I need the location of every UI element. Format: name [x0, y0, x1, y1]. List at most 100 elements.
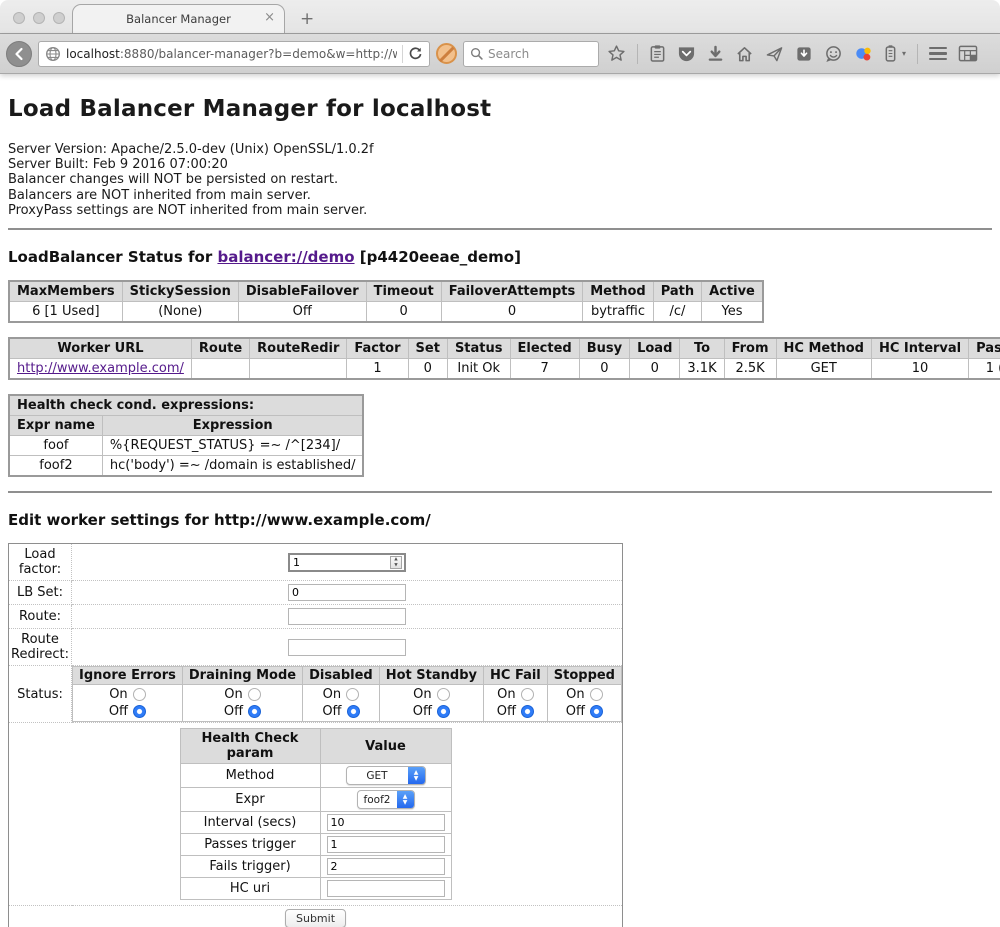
- column-header: Set: [408, 338, 447, 359]
- home-button[interactable]: [735, 45, 754, 63]
- chat-icon: [824, 45, 843, 63]
- edit-worker-form: Load factor: ▲▼ LB Set: Route:: [8, 543, 623, 927]
- url-bar[interactable]: localhost:8880/balancer-manager?b=demo&w…: [38, 41, 430, 67]
- load-factor-label: Load factor:: [9, 544, 72, 581]
- downloads-button[interactable]: [707, 45, 724, 63]
- column-header: Status: [447, 338, 510, 359]
- chat-button[interactable]: [824, 45, 843, 63]
- container-button[interactable]: [884, 44, 897, 63]
- radio-on-unchecked[interactable]: [248, 688, 261, 701]
- zoom-window-button[interactable]: [53, 12, 65, 24]
- method-select-value: GET: [347, 767, 408, 784]
- panel-button[interactable]: [958, 44, 978, 63]
- hc-uri-input[interactable]: [327, 880, 445, 897]
- radio-on-unchecked[interactable]: [590, 688, 603, 701]
- worker-url-link[interactable]: http://www.example.com/: [17, 361, 184, 376]
- status-cell-disabled: On Off: [303, 685, 380, 722]
- number-spinner-icon[interactable]: ▲▼: [390, 556, 402, 569]
- save-page-button[interactable]: [795, 45, 813, 63]
- radio-on-unchecked[interactable]: [346, 688, 359, 701]
- column-header: HC Method: [776, 338, 871, 359]
- menu-button[interactable]: [929, 47, 947, 61]
- blocked-icon[interactable]: [436, 43, 457, 64]
- passes-trigger-label: Passes trigger: [180, 834, 320, 856]
- table-cell: /c/: [653, 302, 701, 323]
- lb-set-input[interactable]: [288, 584, 406, 601]
- column-header: Factor: [347, 338, 408, 359]
- column-header: Value: [320, 729, 451, 764]
- radio-off-checked[interactable]: [248, 705, 261, 718]
- table-cell: Off: [238, 302, 366, 323]
- radio-off-checked[interactable]: [437, 705, 450, 718]
- interval-input[interactable]: [327, 814, 445, 831]
- back-button[interactable]: [6, 41, 32, 67]
- passes-trigger-input[interactable]: [327, 836, 445, 853]
- column-header: StickySession: [122, 281, 238, 302]
- radio-off-checked[interactable]: [590, 705, 603, 718]
- route-input[interactable]: [288, 608, 406, 625]
- form-row: HC uri: [180, 878, 451, 900]
- reading-list-button[interactable]: [649, 44, 666, 63]
- search-icon: [470, 47, 483, 60]
- close-tab-icon[interactable]: ×: [264, 11, 275, 25]
- column-header: Health Check param: [180, 729, 320, 764]
- hc-expressions-table: Health check cond. expressions: Expr nam…: [8, 394, 364, 477]
- table-row: 6 [1 Used](None)Off00bytraffic/c/Yes: [9, 302, 763, 323]
- form-row: Route:: [9, 605, 623, 629]
- form-row: Passes trigger: [180, 834, 451, 856]
- divider: [8, 491, 992, 493]
- radio-on-unchecked[interactable]: [521, 688, 534, 701]
- minimize-window-button[interactable]: [33, 12, 45, 24]
- route-label: Route:: [9, 605, 72, 629]
- pocket-button[interactable]: [677, 45, 696, 63]
- browser-window: Balancer Manager × + localhost:8880/bala…: [0, 0, 1000, 927]
- chevron-down-icon[interactable]: ▾: [902, 49, 906, 58]
- column-header: Worker URL: [9, 338, 191, 359]
- status-cell-hot-standby: On Off: [379, 685, 483, 722]
- table-cell: 0: [366, 302, 441, 323]
- table-header-row: Health Check paramValue: [180, 729, 451, 764]
- form-row: Route Redirect:: [9, 629, 623, 666]
- column-header: MaxMembers: [9, 281, 122, 302]
- save-page-icon: [795, 45, 813, 63]
- browser-tab[interactable]: Balancer Manager ×: [72, 4, 285, 33]
- balancer-link[interactable]: balancer://demo: [217, 248, 354, 266]
- radio-on-unchecked[interactable]: [133, 688, 146, 701]
- radio-off-checked[interactable]: [521, 705, 534, 718]
- hello-button[interactable]: [854, 45, 873, 63]
- radio-on-unchecked[interactable]: [437, 688, 450, 701]
- page-title: Load Balancer Manager for localhost: [8, 96, 992, 122]
- column-header: Passes: [969, 338, 1000, 359]
- route-redirect-input[interactable]: [288, 639, 406, 656]
- load-factor-input[interactable]: [288, 553, 406, 572]
- proxypass-notice-line: ProxyPass settings are NOT inherited fro…: [8, 203, 992, 218]
- new-tab-button[interactable]: +: [300, 9, 314, 29]
- radio-off-checked[interactable]: [347, 705, 360, 718]
- table-cell: [250, 359, 347, 380]
- column-header: Method: [583, 281, 653, 302]
- on-label: On: [413, 686, 431, 703]
- table-cell: Yes: [702, 302, 763, 323]
- reload-icon[interactable]: [408, 46, 423, 61]
- status-label: Status:: [9, 666, 72, 723]
- bookmark-star-button[interactable]: [607, 44, 626, 63]
- close-window-button[interactable]: [13, 12, 25, 24]
- fails-trigger-label: Fails trigger): [180, 856, 320, 878]
- expr-select[interactable]: foof2 ▲▼: [357, 790, 415, 809]
- url-text[interactable]: localhost:8880/balancer-manager?b=demo&w…: [66, 47, 397, 61]
- divider: [8, 228, 992, 230]
- table-cell: bytraffic: [583, 302, 653, 323]
- search-input[interactable]: [488, 47, 578, 61]
- form-row: Health Check paramValue Method GET ▲▼: [9, 723, 623, 906]
- column-header: HC Interval: [871, 338, 968, 359]
- fails-trigger-input[interactable]: [327, 858, 445, 875]
- radio-off-checked[interactable]: [133, 705, 146, 718]
- search-bar[interactable]: [463, 41, 599, 67]
- method-select[interactable]: GET ▲▼: [346, 766, 426, 785]
- server-info: Server Version: Apache/2.5.0-dev (Unix) …: [8, 142, 992, 218]
- column-header: From: [724, 338, 776, 359]
- persist-notice-line: Balancer changes will NOT be persisted o…: [8, 172, 992, 187]
- status-column-header: Disabled: [303, 667, 380, 685]
- send-button[interactable]: [765, 45, 784, 63]
- submit-button[interactable]: Submit: [285, 909, 346, 927]
